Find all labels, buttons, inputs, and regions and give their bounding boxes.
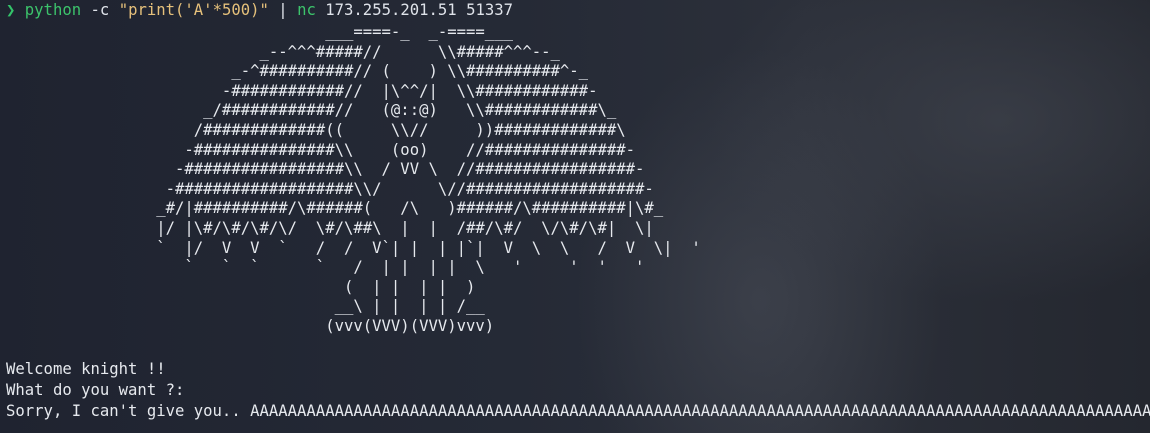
netcat-host-port: 173.255.201.51 51337 bbox=[325, 1, 514, 19]
command-name: python bbox=[24, 1, 82, 19]
welcome-message: Welcome knight !! bbox=[6, 360, 166, 378]
input-prompt-message: What do you want ?: bbox=[6, 381, 185, 399]
netcat-command: nc bbox=[297, 1, 316, 19]
command-prompt-line: ❯ python -c "print('A'*500)" | nc 173.25… bbox=[6, 1, 513, 21]
terminal-window[interactable]: ❯ python -c "print('A'*500)" | nc 173.25… bbox=[0, 0, 1150, 433]
response-message: Sorry, I can't give you.. AAAAAAAAAAAAAA… bbox=[6, 402, 1150, 420]
prompt-arrow-icon: ❯ bbox=[6, 1, 16, 19]
command-pipe: | bbox=[278, 1, 288, 19]
command-string: "print('A'*500)" bbox=[118, 1, 269, 19]
ascii-dragon-art: ___====-_ _-====___ _--^^^#####// \\####… bbox=[156, 23, 701, 335]
command-flag: -c bbox=[90, 1, 110, 19]
